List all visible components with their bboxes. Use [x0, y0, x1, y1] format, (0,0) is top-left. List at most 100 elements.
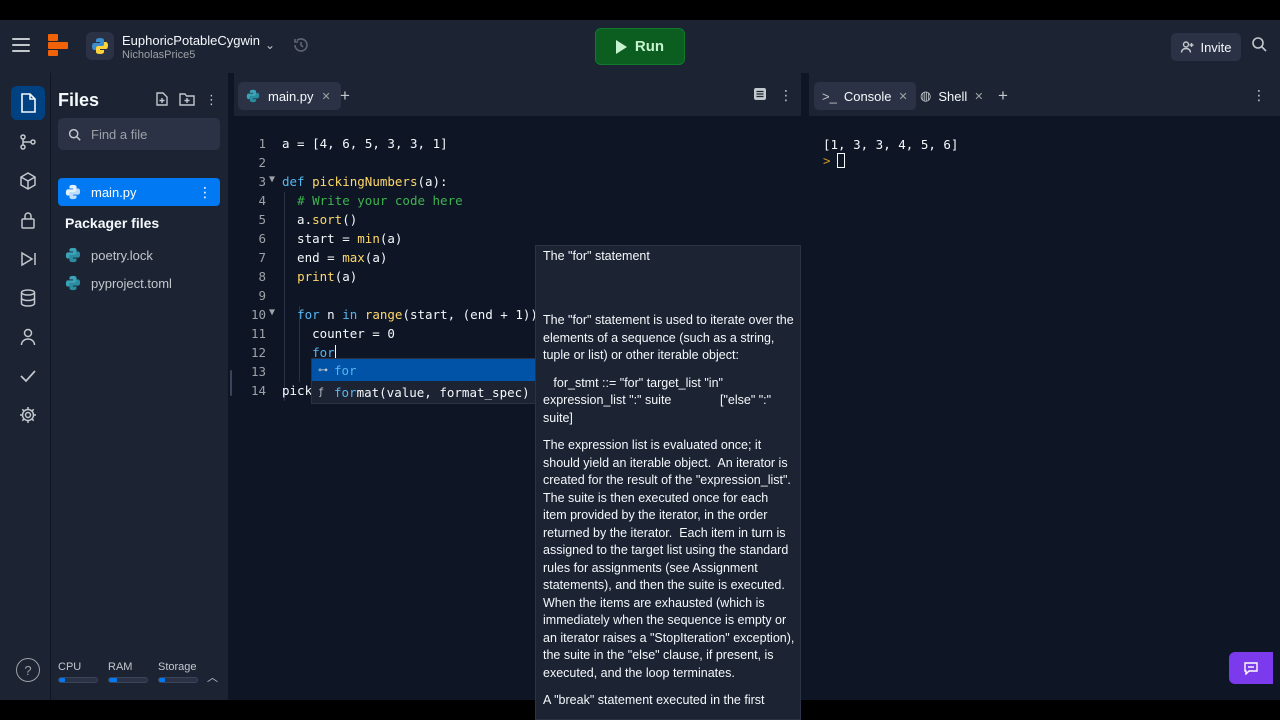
invite-button[interactable]: Invite [1171, 33, 1241, 61]
line-number: 7 [258, 250, 266, 265]
add-tab-icon[interactable]: + [340, 86, 350, 106]
add-tab-icon[interactable]: + [998, 86, 1008, 106]
ram-label: RAM [108, 661, 133, 673]
documentation-popup[interactable]: The "for" statement The "for" statement … [535, 245, 801, 720]
doc-body: The "for" statement is used to iterate o… [543, 312, 798, 719]
panel-resize-handle[interactable] [230, 370, 232, 396]
storage-fill [159, 678, 165, 682]
resource-usage[interactable]: CPU RAM Storage [58, 661, 198, 683]
close-icon[interactable]: ✕ [322, 90, 331, 103]
autocomplete-match: for [334, 384, 357, 400]
file-name: main.py [91, 184, 137, 200]
code-text: end = max(a) [282, 250, 388, 265]
checkmark-icon[interactable] [11, 359, 45, 393]
storage-meter: Storage [158, 661, 198, 683]
tab-main-py[interactable]: main.py ✕ [238, 82, 341, 110]
python-file-icon [65, 184, 81, 200]
line-number: 11 [250, 326, 266, 341]
database-icon[interactable] [11, 281, 45, 315]
python-file-icon [246, 89, 260, 103]
console-tab-bar: >_ Console ✕ ◍ Shell ✕ + ⋮ [809, 73, 1280, 116]
editor-tab-bar: main.py ✕ + ⋮ [234, 73, 801, 116]
files-panel: Files ⋮ Find a file main.py ⋮ Packager f… [51, 73, 228, 700]
repl-name[interactable]: EuphoricPotableCygwin [122, 33, 260, 48]
line-number: 3 [258, 174, 266, 189]
tool-rail: ? [0, 73, 50, 700]
close-icon[interactable]: ✕ [899, 90, 908, 103]
chevron-up-icon[interactable]: ︿ [207, 669, 218, 685]
top-bar: EuphoricPotableCygwin NicholasPrice5 ⌄ R… [0, 20, 1280, 73]
history-icon[interactable] [292, 36, 310, 59]
fold-arrow-icon[interactable]: ▼ [269, 174, 275, 185]
debugger-icon[interactable] [11, 242, 45, 276]
editor-tools: ⋮ [753, 87, 793, 104]
replit-logo-icon[interactable] [48, 34, 68, 56]
menu-icon[interactable] [12, 38, 30, 52]
terminal-cursor[interactable] [837, 153, 845, 168]
code-line[interactable]: 2 [234, 154, 801, 173]
line-number: 2 [258, 155, 266, 170]
cpu-label: CPU [58, 661, 82, 673]
more-options-icon[interactable]: ⋮ [779, 87, 793, 104]
user-icon[interactable] [11, 320, 45, 354]
new-folder-icon[interactable] [179, 92, 195, 109]
autocomplete-match: for [334, 362, 357, 378]
fold-arrow-icon[interactable]: ▼ [269, 307, 275, 318]
files-icon[interactable] [11, 86, 45, 120]
packages-icon[interactable] [11, 164, 45, 198]
console-output: [1, 3, 3, 4, 5, 6] [823, 137, 959, 152]
lock-icon[interactable] [11, 203, 45, 237]
run-label: Run [634, 38, 665, 55]
new-file-icon[interactable] [155, 92, 169, 109]
keyword-icon: ⊶ [318, 364, 328, 376]
code-text: print(a) [297, 269, 358, 284]
autocomplete-item[interactable]: ⊶ for [312, 359, 535, 381]
file-item-poetry-lock[interactable]: poetry.lock [58, 241, 220, 269]
function-icon: ƒ [318, 386, 325, 398]
package-file-icon [65, 275, 81, 291]
line-number: 6 [258, 231, 266, 246]
code-line[interactable]: 5 a.sort() [234, 211, 801, 230]
text-cursor [334, 345, 336, 359]
console-pane: >_ Console ✕ ◍ Shell ✕ + ⋮ [1, 3, 3, 4, … [809, 73, 1280, 700]
search-icon[interactable] [1251, 36, 1267, 57]
line-number: 1 [258, 136, 266, 151]
shell-icon: ◍ [920, 88, 932, 103]
gear-icon[interactable] [11, 398, 45, 432]
add-user-icon [1181, 41, 1194, 53]
doc-paragraph: The "for" statement is used to iterate o… [543, 313, 798, 362]
repl-owner[interactable]: NicholasPrice5 [122, 49, 195, 61]
tab-label: main.py [268, 88, 314, 104]
code-line[interactable]: 4 # Write your code here [234, 192, 801, 211]
search-icon [68, 128, 81, 141]
replit-workspace: EuphoricPotableCygwin NicholasPrice5 ⌄ R… [0, 20, 1280, 720]
code-text: a.sort() [282, 212, 358, 227]
close-icon[interactable]: ✕ [974, 90, 983, 103]
chevron-down-icon[interactable]: ⌄ [265, 38, 275, 52]
more-options-icon[interactable]: ⋮ [1252, 87, 1266, 104]
file-item-main-py[interactable]: main.py ⋮ [58, 178, 220, 206]
git-icon[interactable] [11, 125, 45, 159]
file-actions: ⋮ [155, 92, 218, 109]
tab-console[interactable]: >_ Console ✕ [814, 82, 916, 110]
code-line[interactable]: 1 a = [4, 6, 5, 3, 3, 1] [234, 135, 801, 154]
doc-grammar: for_stmt ::= "for" target_list "in" expr… [543, 375, 775, 425]
file-item-pyproject-toml[interactable]: pyproject.toml [58, 269, 220, 297]
tab-shell[interactable]: ◍ Shell ✕ [912, 82, 991, 110]
help-icon[interactable]: ? [16, 658, 40, 682]
format-icon[interactable] [753, 87, 767, 104]
chat-button[interactable] [1229, 652, 1273, 684]
file-options-icon[interactable]: ⋮ [198, 184, 212, 201]
autocomplete-item[interactable]: ƒ format(value, format_spec) [312, 381, 535, 403]
cpu-meter: CPU [58, 661, 98, 683]
find-file-placeholder: Find a file [91, 126, 148, 142]
code-line[interactable]: 3 ▼ def pickingNumbers(a): [234, 173, 801, 192]
line-number: 4 [258, 193, 266, 208]
storage-label: Storage [158, 661, 197, 673]
run-button[interactable]: Run [595, 28, 685, 65]
doc-title: The "for" statement [543, 249, 650, 263]
code-text: start = min(a) [282, 231, 403, 246]
find-file-input[interactable]: Find a file [58, 118, 220, 150]
more-options-icon[interactable]: ⋮ [205, 92, 218, 109]
line-number: 10 [250, 307, 266, 322]
